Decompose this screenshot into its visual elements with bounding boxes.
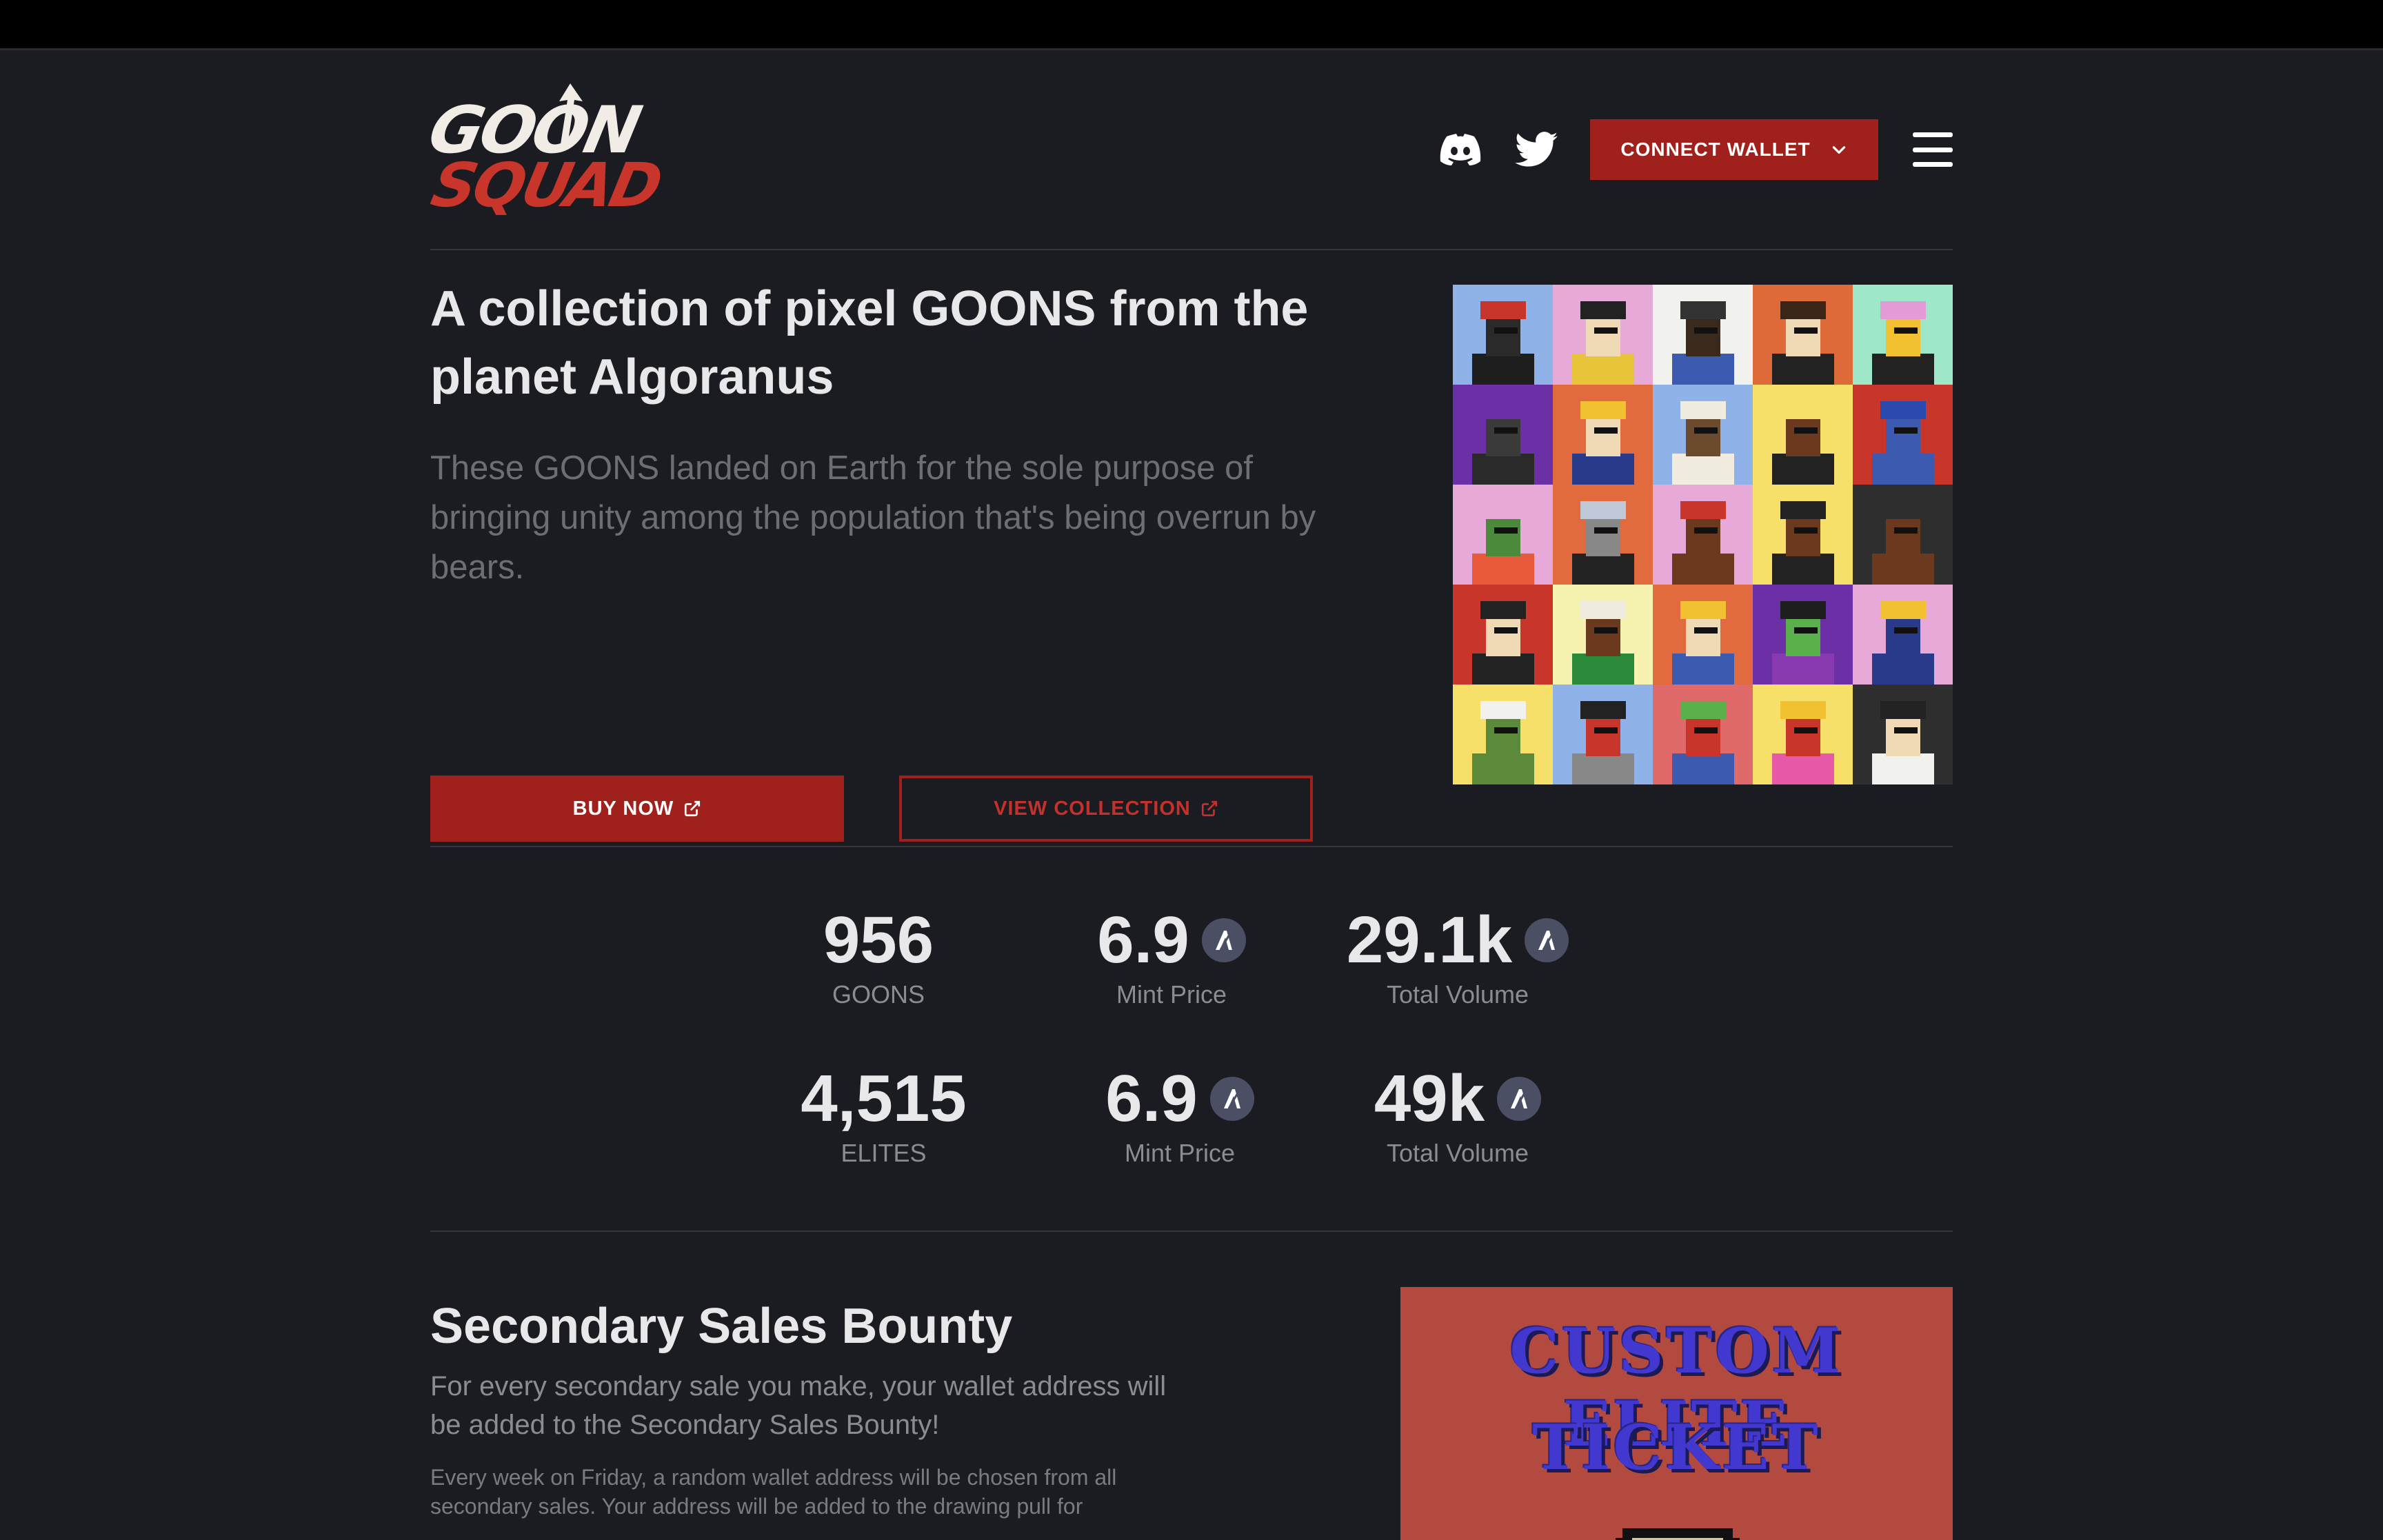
goon-tile bbox=[1653, 585, 1753, 685]
goon-tile bbox=[1853, 285, 1953, 385]
stat-elites-volume: 49k Total Volume bbox=[1347, 1061, 1568, 1168]
goon-tile bbox=[1853, 685, 1953, 784]
goon-tile bbox=[1453, 385, 1553, 485]
goon-tile bbox=[1553, 685, 1653, 784]
stat-goons-volume: 29.1k Total Volume bbox=[1327, 902, 1589, 1010]
stat-elites-count: 4,515 ELITES bbox=[799, 1061, 968, 1168]
discord-link[interactable] bbox=[1438, 128, 1482, 172]
goons-volume-value: 29.1k bbox=[1346, 903, 1513, 977]
goon-tile bbox=[1753, 485, 1853, 585]
ticket-line-2: TICKET bbox=[1532, 1411, 1821, 1484]
goons-volume-label: Total Volume bbox=[1386, 980, 1529, 1009]
goon-tile bbox=[1553, 585, 1653, 685]
connect-wallet-button[interactable]: CONNECT WALLET bbox=[1590, 119, 1878, 180]
goons-mint-label: Mint Price bbox=[1116, 980, 1227, 1009]
stats-section: 956 GOONS 6.9 Mint Price 29.1k Total Vol… bbox=[430, 847, 1953, 1232]
goon-squad-logo[interactable]: GOON SQUAD bbox=[423, 83, 666, 221]
goon-tile bbox=[1653, 285, 1753, 385]
logo-line-2: SQUAD bbox=[425, 150, 666, 221]
stat-goons-mint: 6.9 Mint Price bbox=[1082, 902, 1261, 1010]
buy-now-button[interactable]: BUY NOW bbox=[430, 776, 844, 842]
algorand-icon bbox=[1201, 902, 1246, 978]
elites-mint-value: 6.9 bbox=[1105, 1062, 1198, 1135]
site-header: GOON SQUAD CONNECT WALLET bbox=[423, 50, 1953, 250]
goon-tile bbox=[1853, 485, 1953, 585]
goon-tile bbox=[1553, 385, 1653, 485]
hero-section: A collection of pixel GOONS from the pla… bbox=[430, 250, 1953, 847]
bounty-details: Every week on Friday, a random wallet ad… bbox=[430, 1465, 1117, 1519]
stat-goons-count: 956 GOONS bbox=[816, 902, 941, 1010]
buy-now-label: BUY NOW bbox=[572, 797, 674, 820]
goon-tile bbox=[1753, 685, 1853, 784]
goon-tile bbox=[1753, 285, 1853, 385]
stat-elites-mint: 6.9 Mint Price bbox=[1090, 1061, 1269, 1168]
goon-collage-image bbox=[1453, 285, 1953, 784]
goon-tile bbox=[1753, 585, 1853, 685]
external-link-icon bbox=[685, 800, 701, 817]
goon-tile bbox=[1653, 685, 1753, 784]
view-collection-label: VIEW COLLECTION bbox=[994, 797, 1191, 820]
goon-tile bbox=[1453, 685, 1553, 784]
ticket-pixel-art bbox=[1616, 1528, 1740, 1540]
algorand-icon bbox=[1525, 902, 1569, 978]
hamburger-menu-icon[interactable] bbox=[1913, 130, 1953, 169]
goons-count-label: GOONS bbox=[832, 980, 925, 1009]
elites-count-value: 4,515 bbox=[801, 1062, 967, 1135]
view-collection-button[interactable]: VIEW COLLECTION bbox=[899, 776, 1313, 842]
header-nav: CONNECT WALLET bbox=[1438, 119, 1953, 180]
goon-tile bbox=[1453, 585, 1553, 685]
twitter-icon bbox=[1515, 132, 1558, 167]
logo-arrow-icon bbox=[559, 83, 583, 145]
goons-mint-value: 6.9 bbox=[1097, 903, 1189, 977]
elites-count-label: ELITES bbox=[841, 1139, 927, 1167]
hero-description: These GOONS landed on Earth for the sole… bbox=[430, 449, 1316, 586]
chevron-down-icon bbox=[1832, 146, 1845, 154]
elites-volume-value: 49k bbox=[1374, 1062, 1485, 1135]
twitter-link[interactable] bbox=[1514, 128, 1558, 172]
goon-tile bbox=[1853, 385, 1953, 485]
goon-tile bbox=[1553, 485, 1653, 585]
bounty-description: For every secondary sale you make, your … bbox=[430, 1371, 1167, 1440]
goon-tile bbox=[1753, 385, 1853, 485]
goon-tile bbox=[1653, 485, 1753, 585]
elites-volume-label: Total Volume bbox=[1386, 1139, 1529, 1167]
discord-icon bbox=[1440, 134, 1481, 165]
connect-wallet-label: CONNECT WALLET bbox=[1620, 139, 1811, 160]
goon-tile bbox=[1653, 385, 1753, 485]
goon-tile bbox=[1453, 485, 1553, 585]
hero-title: A collection of pixel GOONS from the pla… bbox=[430, 281, 1309, 405]
elites-mint-label: Mint Price bbox=[1124, 1139, 1236, 1167]
goons-count-value: 956 bbox=[823, 903, 934, 977]
algorand-icon bbox=[1497, 1061, 1542, 1137]
browser-top-bar bbox=[0, 0, 2383, 50]
goon-tile bbox=[1453, 285, 1553, 385]
goon-tile bbox=[1553, 285, 1653, 385]
external-link-icon bbox=[1201, 800, 1217, 817]
goon-tile bbox=[1853, 585, 1953, 685]
bounty-title: Secondary Sales Bounty bbox=[430, 1299, 1013, 1354]
algorand-icon bbox=[1209, 1061, 1254, 1137]
custom-elite-ticket-image: CUSTOM ELITE TICKET bbox=[1400, 1287, 1953, 1540]
bounty-section: Secondary Sales Bounty For every seconda… bbox=[430, 1232, 1953, 1540]
page-container: GOON SQUAD CONNECT WALLET A collection o… bbox=[423, 50, 1953, 1540]
